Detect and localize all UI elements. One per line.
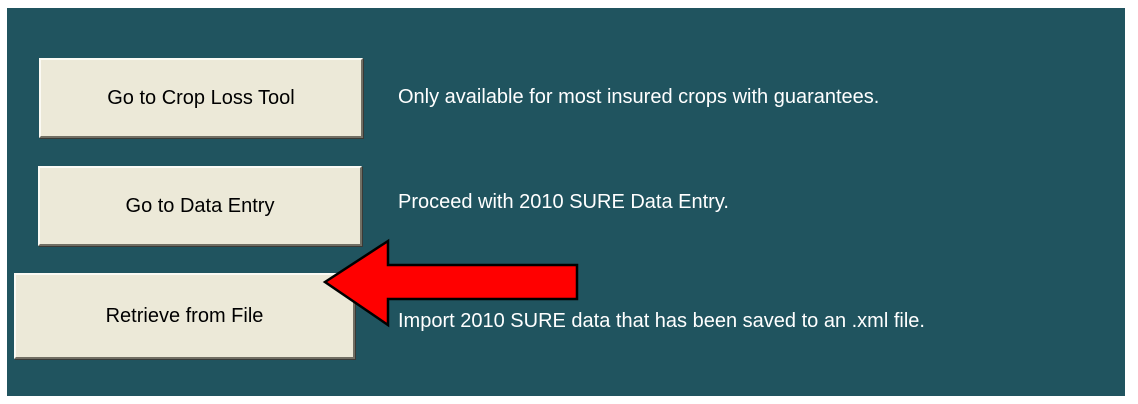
data-entry-description: Proceed with 2010 SURE Data Entry. <box>398 191 729 213</box>
retrieve-button-label: Retrieve from File <box>105 304 264 327</box>
crop-loss-button-label: Go to Crop Loss Tool <box>107 86 295 109</box>
go-to-data-entry-button[interactable]: Go to Data Entry <box>38 166 362 246</box>
red-left-arrow-icon <box>322 238 579 328</box>
dialog-panel: Go to Crop Loss Tool Only available for … <box>0 0 1138 404</box>
crop-loss-description: Only available for most insured crops wi… <box>398 86 880 108</box>
data-entry-button-label: Go to Data Entry <box>125 194 275 217</box>
retrieve-from-file-button[interactable]: Retrieve from File <box>14 273 355 359</box>
go-to-crop-loss-tool-button[interactable]: Go to Crop Loss Tool <box>39 58 363 138</box>
